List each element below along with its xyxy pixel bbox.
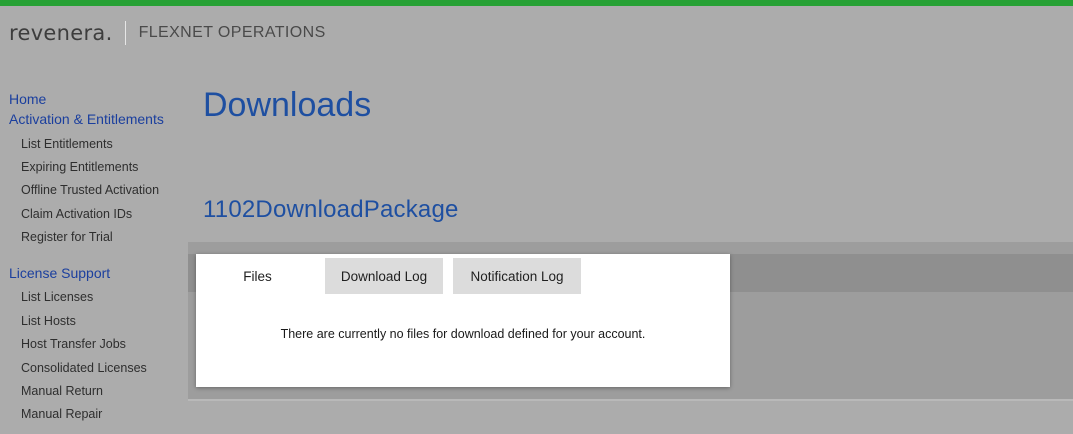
sidebar-item-expiring-entitlements[interactable]: Expiring Entitlements: [21, 160, 138, 174]
page-title: Downloads: [203, 86, 372, 124]
sidebar-item-offline-trusted-activation[interactable]: Offline Trusted Activation: [21, 183, 159, 197]
tab-notification-log[interactable]: Notification Log: [453, 258, 581, 294]
package-title: 1102DownloadPackage: [203, 196, 459, 223]
sidebar-item-register-for-trial[interactable]: Register for Trial: [21, 230, 113, 244]
sidebar-item-consolidated-licenses[interactable]: Consolidated Licenses: [21, 361, 147, 375]
revenera-logo: revenera.: [9, 21, 113, 45]
brand-logo: revenera. FLEXNET OPERATIONS: [9, 18, 326, 48]
tab-download-log[interactable]: Download Log: [325, 258, 443, 294]
sidebar-item-host-transfer-jobs[interactable]: Host Transfer Jobs: [21, 337, 126, 351]
sidebar-item-list-hosts[interactable]: List Hosts: [21, 314, 76, 328]
sidebar-section-activation-entitlements[interactable]: Activation & Entitlements: [9, 111, 164, 127]
logo-divider: [124, 21, 126, 45]
sidebar-item-claim-activation-ids[interactable]: Claim Activation IDs: [21, 207, 132, 221]
sidebar-item-list-licenses[interactable]: List Licenses: [21, 290, 93, 304]
sidebar-item-list-entitlements[interactable]: List Entitlements: [21, 137, 113, 151]
download-panel: Files Download Log Notification Log Ther…: [196, 254, 730, 387]
sidebar-item-manual-repair[interactable]: Manual Repair: [21, 407, 102, 421]
sidebar-item-manual-return[interactable]: Manual Return: [21, 384, 103, 398]
sidebar-item-home[interactable]: Home: [9, 91, 46, 107]
sidebar-section-license-support[interactable]: License Support: [9, 265, 110, 281]
brand-accent-bar: [0, 0, 1073, 6]
tab-files[interactable]: Files: [200, 258, 315, 294]
content-divider: [188, 399, 1073, 401]
product-name: FLEXNET OPERATIONS: [138, 24, 326, 41]
empty-files-message: There are currently no files for downloa…: [280, 327, 646, 341]
